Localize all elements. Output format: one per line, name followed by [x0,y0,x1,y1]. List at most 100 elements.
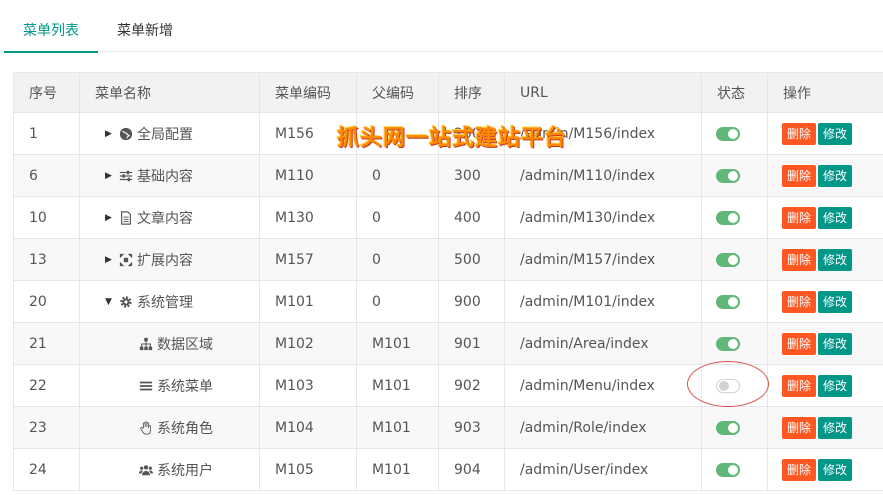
delete-button[interactable]: 删除 [782,458,817,481]
cell-code: M102 [259,322,357,365]
status-switch-on[interactable] [716,336,740,351]
edit-button[interactable]: 修改 [818,458,853,481]
expand-icon [119,252,135,268]
status-switch-off[interactable] [716,378,740,393]
status-switch-on[interactable] [716,168,740,183]
table-row: 10 ▶ 文章内容 M130 0 400/admin/M130/index 删除 修改 [13,196,883,239]
cell-ops: 删除 修改 [767,406,883,449]
menu-name-label: 扩展内容 [137,252,193,269]
edit-button[interactable]: 修改 [818,374,853,397]
cell-sort: 900 [438,280,505,323]
hand-icon [139,420,155,436]
cell-parent: 0 [356,154,439,197]
delete-button[interactable]: 删除 [782,290,817,313]
delete-button[interactable]: 删除 [782,122,817,145]
edit-button[interactable]: 修改 [818,122,853,145]
caret-right-icon[interactable]: ▶ [105,255,117,265]
sliders-icon [119,168,135,184]
header-ops: 操作 [767,72,883,113]
cell-code: M157 [259,238,357,281]
header-parent: 父编码 [356,72,439,113]
delete-button[interactable]: 删除 [782,416,817,439]
cell-id: 10 [13,196,80,239]
delete-button[interactable]: 删除 [782,374,817,397]
tab-menu-add[interactable]: 菜单新增 [98,0,192,52]
table-row: 22 系统菜单 M103 M101 902/admin/Menu/index 删除 修改 [13,364,883,407]
cell-id: 23 [13,406,80,449]
tab-menu-list[interactable]: 菜单列表 [4,0,98,53]
cell-id: 22 [13,364,80,407]
cell-ops: 删除 修改 [767,280,883,323]
sitemap-icon [139,336,155,352]
menu-name-label: 系统管理 [137,294,193,311]
cell-name: ▶ 基础内容 [79,154,260,197]
edit-button[interactable]: 修改 [818,332,853,355]
status-switch-on[interactable] [716,252,740,267]
edit-button[interactable]: 修改 [818,290,853,313]
menu-name-label: 数据区域 [157,336,213,353]
cell-url: /admin/Role/index [504,406,702,449]
edit-button[interactable]: 修改 [818,248,853,271]
cell-ops: 删除 修改 [767,364,883,407]
cell-sort: 903 [438,406,505,449]
cell-name: 系统角色 [79,406,260,449]
cell-id: 6 [13,154,80,197]
cell-ops: 删除 修改 [767,196,883,239]
cell-name: ▶ 文章内容 [79,196,260,239]
cell-parent: 0 [356,280,439,323]
status-switch-on[interactable] [716,462,740,477]
cell-status [701,322,768,365]
cell-parent: M101 [356,448,439,491]
caret-right-icon[interactable]: ▶ [105,129,117,139]
caret-right-icon[interactable]: ▶ [105,171,117,181]
document-icon [119,210,135,226]
table-row: 6 ▶ 基础内容 M110 0 300/admin/M110/index 删除 修改 [13,154,883,197]
status-switch-on[interactable] [716,420,740,435]
edit-button[interactable]: 修改 [818,206,853,229]
caret-right-icon[interactable]: ▶ [105,213,117,223]
cell-status [701,280,768,323]
menu-name-label: 全局配置 [137,126,193,143]
cell-ops: 删除 修改 [767,238,883,281]
table-row: 20 ▼ 系统管理 M101 0 900/admin/M101/index 删除 修改 [13,280,883,323]
cell-name: 数据区域 [79,322,260,365]
cell-url: /admin/M110/index [504,154,702,197]
table-row: 1 ▶ 全局配置 M156 200/admin/M156/index 删除 修改 [13,112,883,155]
cell-status [701,238,768,281]
status-switch-on[interactable] [716,294,740,309]
menu-name-label: 系统角色 [157,420,213,437]
status-switch-on[interactable] [716,210,740,225]
tab-bar: 菜单列表 菜单新增 [0,0,883,53]
cell-name: 系统用户 [79,448,260,491]
caret-down-icon[interactable]: ▼ [105,297,117,307]
header-code: 菜单编码 [259,72,357,113]
cell-code: M105 [259,448,357,491]
status-switch-on[interactable] [716,126,740,141]
cell-ops: 删除 修改 [767,154,883,197]
cell-id: 1 [13,112,80,155]
delete-button[interactable]: 删除 [782,332,817,355]
cell-url: /admin/User/index [504,448,702,491]
delete-button[interactable]: 删除 [782,206,817,229]
edit-button[interactable]: 修改 [818,416,853,439]
menu-name-label: 文章内容 [137,210,193,227]
cell-parent: 0 [356,238,439,281]
cell-url: /admin/M101/index [504,280,702,323]
cell-url: /admin/M156/index [504,112,702,155]
cell-status [701,364,768,407]
header-name: 菜单名称 [79,72,260,113]
edit-button[interactable]: 修改 [818,164,853,187]
cell-url: /admin/Area/index [504,322,702,365]
delete-button[interactable]: 删除 [782,164,817,187]
cell-status [701,112,768,155]
users-icon [139,462,155,478]
cell-sort: 500 [438,238,505,281]
cell-id: 21 [13,322,80,365]
delete-button[interactable]: 删除 [782,248,817,271]
cell-url: /admin/M130/index [504,196,702,239]
cell-sort: 904 [438,448,505,491]
cell-code: M110 [259,154,357,197]
table-row: 23 系统角色 M104 M101 903/admin/Role/index 删除 修改 [13,406,883,449]
cell-ops: 删除 修改 [767,448,883,491]
cell-ops: 删除 修改 [767,322,883,365]
